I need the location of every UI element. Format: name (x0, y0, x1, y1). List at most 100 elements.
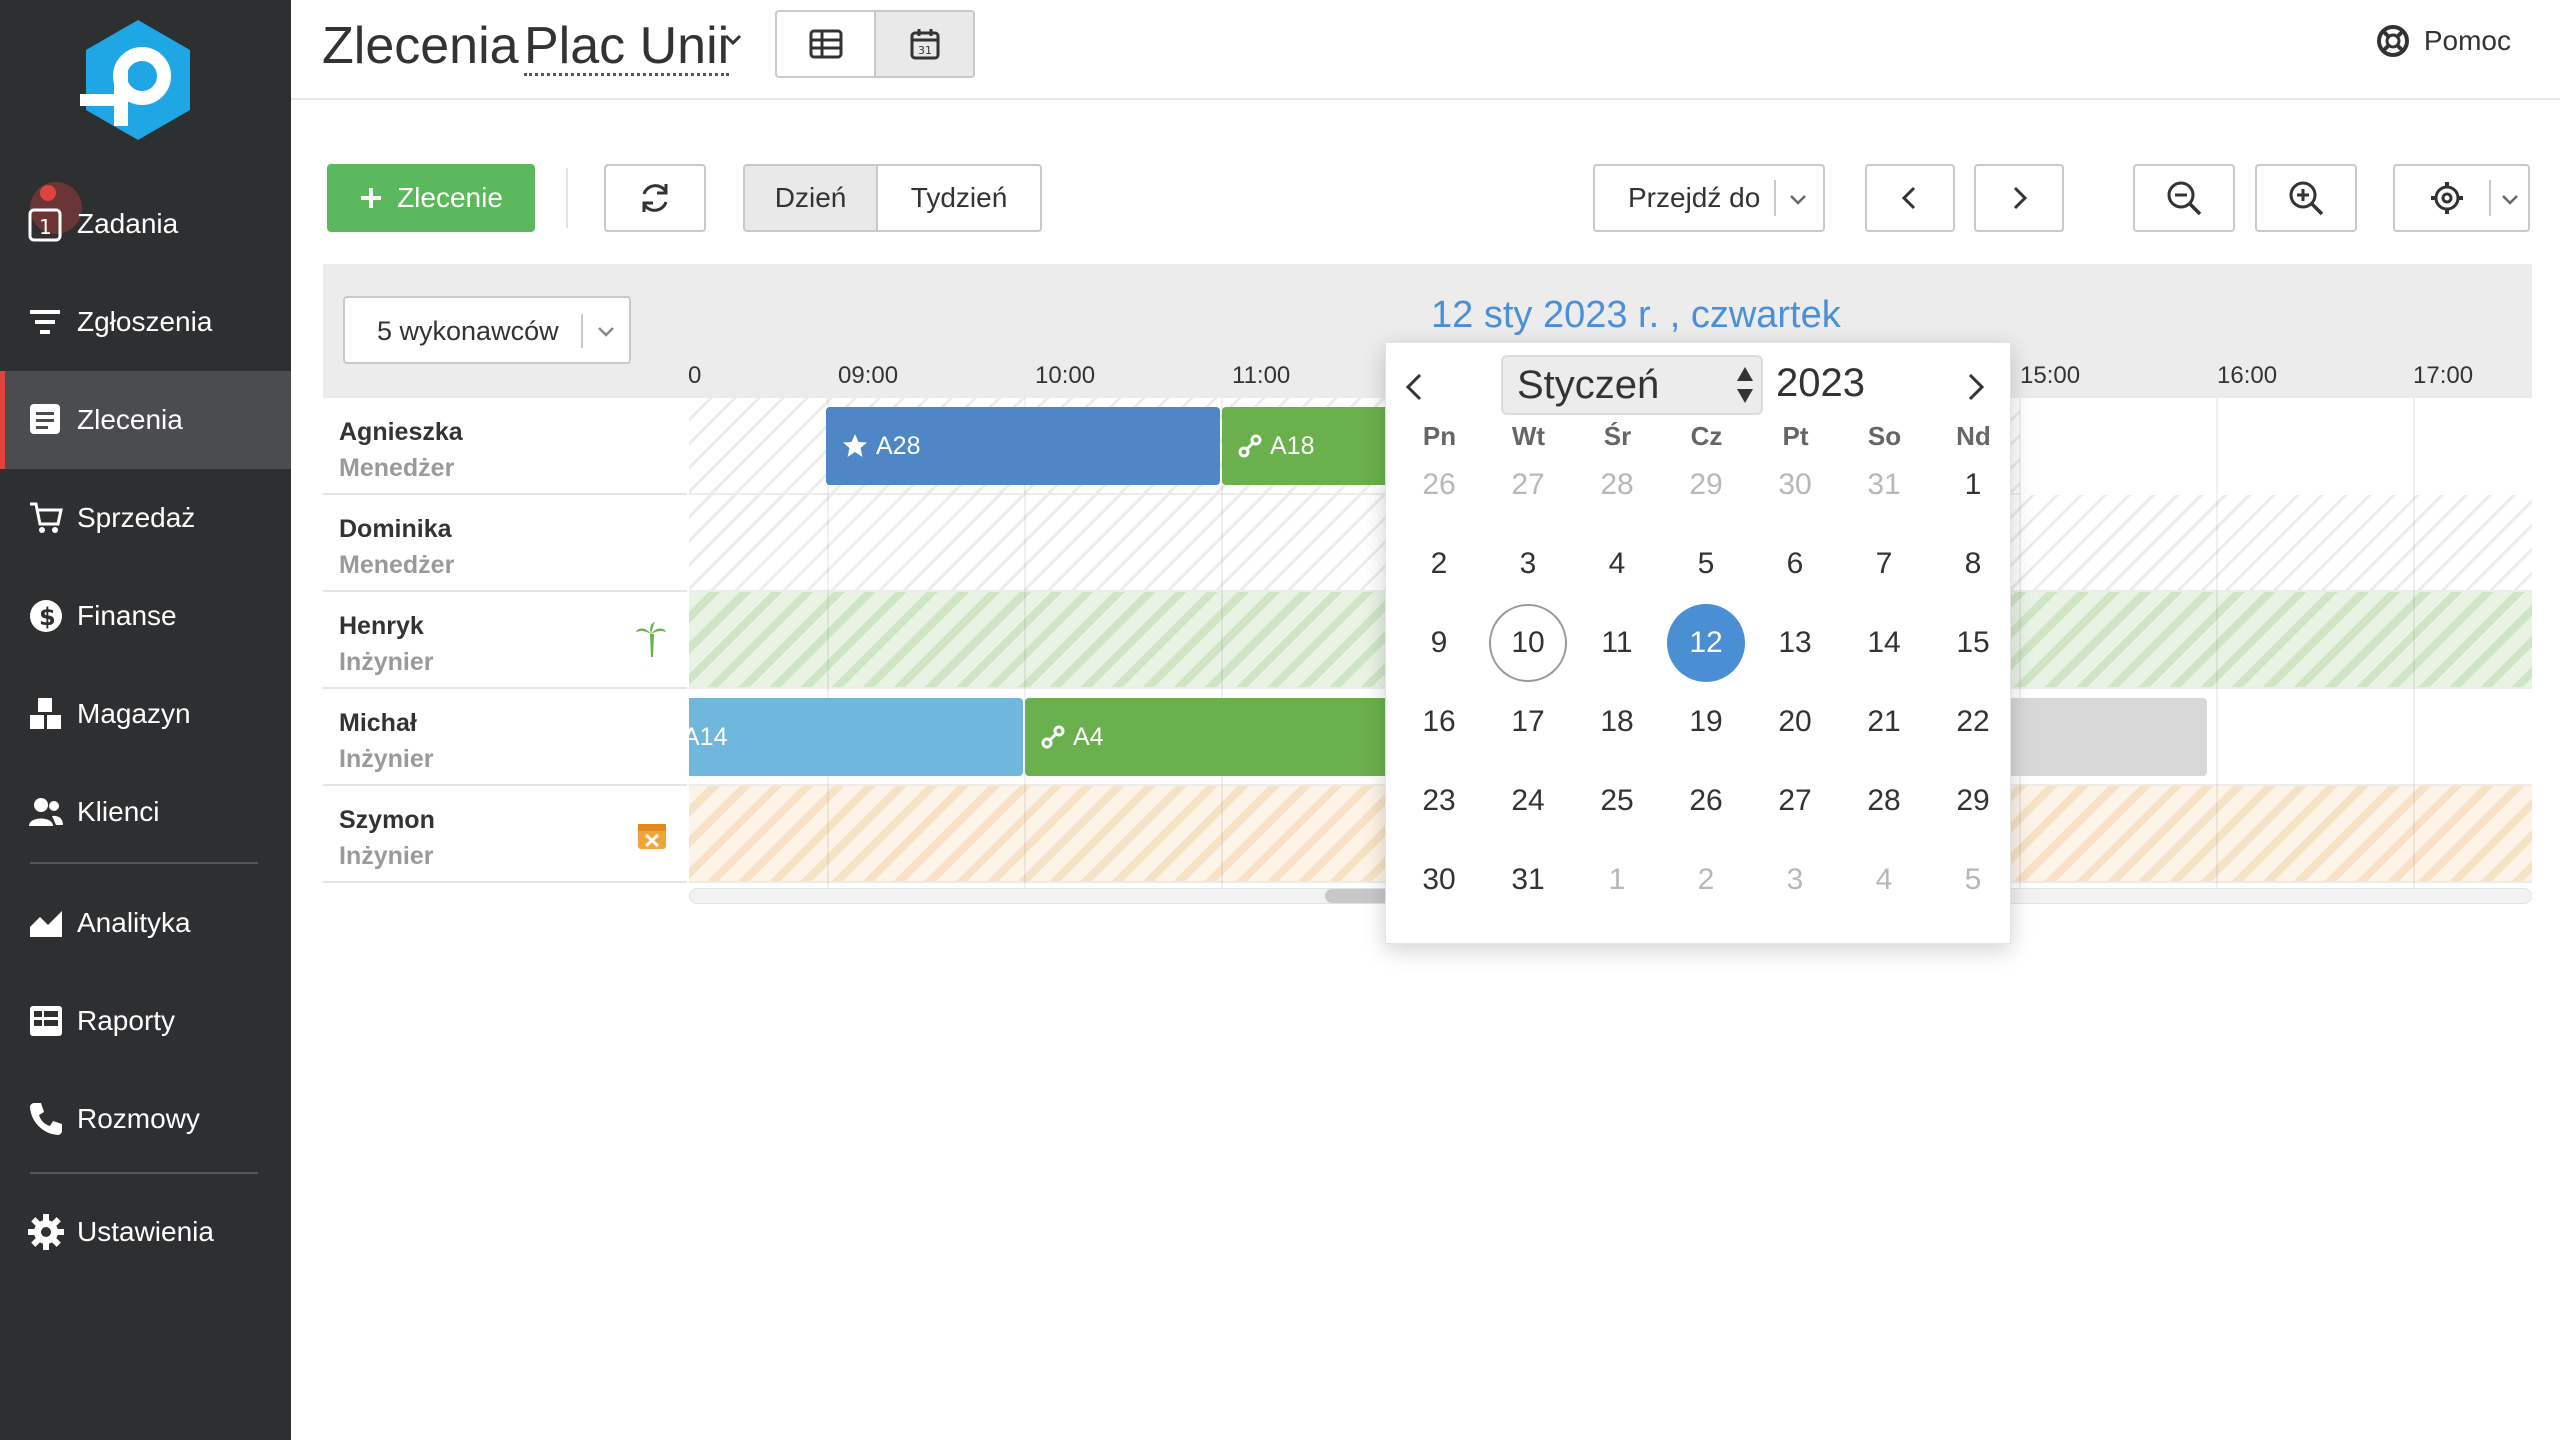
calendar-day[interactable]: 11 (1578, 604, 1656, 682)
calendar-day[interactable]: 21 (1845, 683, 1923, 761)
goto-dropdown[interactable]: Przejdź do (1593, 164, 1825, 232)
calendar-day[interactable]: 29 (1934, 762, 2012, 840)
view-mode-toggle: 31 (775, 10, 975, 78)
event-a28[interactable]: A28 (826, 407, 1220, 485)
calendar-day[interactable]: 14 (1845, 604, 1923, 682)
calendar-day[interactable]: 4 (1578, 525, 1656, 603)
calendar-day[interactable]: 4 (1845, 841, 1923, 919)
calendar-day[interactable]: 8 (1934, 525, 2012, 603)
calendar-day[interactable]: 9 (1400, 604, 1478, 682)
chevron-down-icon[interactable] (721, 28, 745, 52)
new-order-button[interactable]: Zlecenie (327, 164, 535, 232)
table-view-button[interactable] (777, 12, 874, 76)
day-week-toggle: Dzień Tydzień (743, 164, 1042, 232)
day-view-button[interactable]: Dzień (745, 166, 879, 230)
calendar-day[interactable]: 10 (1489, 604, 1567, 682)
calendar-day[interactable]: 24 (1489, 762, 1567, 840)
date-picker-popup: Styczeń 2023 Pn Wt Śr Cz Pt So Nd 26 27 28… (1385, 342, 2011, 944)
refresh-button[interactable] (604, 164, 706, 232)
notification-badge (40, 185, 56, 201)
sidebar-item-rozmowy[interactable]: Rozmowy (0, 1070, 291, 1168)
event-a14[interactable]: A14 (689, 698, 1023, 776)
calendar-day[interactable]: 26 (1667, 762, 1745, 840)
scheduler-date-title[interactable]: 12 sty 2023 r. , czwartek (1431, 294, 1841, 337)
calendar-day[interactable]: 27 (1489, 446, 1567, 524)
calendar-day[interactable]: 20 (1756, 683, 1834, 761)
calendar-view-button[interactable]: 31 (874, 12, 973, 76)
calendar-day[interactable]: 12 (1667, 604, 1745, 682)
calendar-day[interactable]: 15 (1934, 604, 2012, 682)
sidebar-item-zgloszenia[interactable]: Zgłoszenia (0, 273, 291, 371)
sidebar-item-finanse[interactable]: $ Finanse (0, 567, 291, 665)
calendar-day[interactable]: 30 (1400, 841, 1478, 919)
chevron-down-icon (1790, 195, 1806, 205)
plus-icon (361, 188, 382, 208)
resource-row[interactable]: Michał Inżynier (323, 689, 687, 786)
settings-dropdown[interactable] (2393, 164, 2530, 232)
month-label: Styczeń (1517, 363, 1660, 407)
sidebar-item-zlecenia[interactable]: Zlecenia (0, 371, 291, 469)
calendar-day[interactable]: 25 (1578, 762, 1656, 840)
zoom-out-button[interactable] (2133, 164, 2235, 232)
calendar-day[interactable]: 2 (1667, 841, 1745, 919)
sidebar-item-raporty[interactable]: Raporty (0, 972, 291, 1070)
time-label: 0 (688, 362, 702, 389)
resource-role: Inżynier (339, 648, 434, 676)
sidebar-item-ustawienia[interactable]: Ustawienia (0, 1183, 291, 1281)
sidebar-item-analityka[interactable]: Analityka (0, 874, 291, 972)
calendar-day[interactable]: 27 (1756, 762, 1834, 840)
chevron-left-icon[interactable] (1402, 369, 1426, 405)
calendar-day[interactable]: 28 (1578, 446, 1656, 524)
calendar-day[interactable]: 6 (1756, 525, 1834, 603)
week-view-label: Tydzień (910, 182, 1008, 213)
resource-row[interactable]: Dominika Menedżer (323, 495, 687, 592)
calendar-day[interactable]: 19 (1667, 683, 1745, 761)
sidebar-item-sprzedaz[interactable]: Sprzedaż (0, 469, 291, 567)
calendar-day[interactable]: 5 (1667, 525, 1745, 603)
calendar-day[interactable]: 29 (1667, 446, 1745, 524)
calendar-day[interactable]: 22 (1934, 683, 2012, 761)
resource-row[interactable]: Henryk Inżynier (323, 592, 687, 689)
zoom-in-button[interactable] (2255, 164, 2357, 232)
resources-filter-dropdown[interactable]: 5 wykonawców (343, 296, 631, 364)
calendar-day[interactable]: 18 (1578, 683, 1656, 761)
week-view-button[interactable]: Tydzień (878, 166, 1040, 230)
calendar-day[interactable]: 1 (1934, 446, 2012, 524)
dollar-icon: $ (30, 600, 62, 632)
calendar-day[interactable]: 28 (1845, 762, 1923, 840)
app-logo[interactable] (78, 18, 198, 142)
month-select[interactable]: Styczeń (1501, 355, 1763, 415)
help-link[interactable]: Pomoc (2376, 24, 2511, 58)
zoom-out-icon (2167, 181, 2202, 216)
calendar-day[interactable]: 7 (1845, 525, 1923, 603)
calendar-day[interactable]: 26 (1400, 446, 1478, 524)
calendar-day[interactable]: 31 (1489, 841, 1567, 919)
sidebar-item-zadania[interactable]: 1 Zadania (0, 175, 291, 273)
calendar-day[interactable]: 2 (1400, 525, 1478, 603)
calendar-day[interactable]: 16 (1400, 683, 1478, 761)
event-a4[interactable]: A4 (1025, 698, 1425, 776)
resource-row[interactable]: Szymon Inżynier (323, 786, 687, 883)
resource-row[interactable]: Agnieszka Menedżer (323, 398, 687, 495)
calendar-day[interactable]: 5 (1934, 841, 2012, 919)
location-selector[interactable]: Plac Unii (524, 14, 730, 76)
calendar-x-icon (638, 824, 666, 849)
calendar-day[interactable]: 1 (1578, 841, 1656, 919)
calendar-day[interactable]: 3 (1756, 841, 1834, 919)
sidebar-item-klienci[interactable]: Klienci (0, 763, 291, 861)
calendar-day[interactable]: 31 (1845, 446, 1923, 524)
calendar-day[interactable]: 13 (1756, 604, 1834, 682)
calendar-day[interactable]: 17 (1489, 683, 1567, 761)
calendar-day[interactable]: 23 (1400, 762, 1478, 840)
chevron-right-icon[interactable] (1964, 369, 1988, 405)
calendar-icon: 31 (910, 29, 939, 60)
calendar-day[interactable]: 3 (1489, 525, 1567, 603)
free-slot[interactable] (2020, 398, 2532, 495)
calendar-day[interactable]: 30 (1756, 446, 1834, 524)
prev-day-button[interactable] (1865, 164, 1955, 232)
year-label[interactable]: 2023 (1776, 361, 1865, 406)
top-header: Zlecenia Plac Unii 31 Pomoc (291, 0, 2560, 100)
next-day-button[interactable] (1974, 164, 2064, 232)
sidebar-item-magazyn[interactable]: Magazyn (0, 665, 291, 763)
resource-name: Michał (339, 709, 417, 737)
